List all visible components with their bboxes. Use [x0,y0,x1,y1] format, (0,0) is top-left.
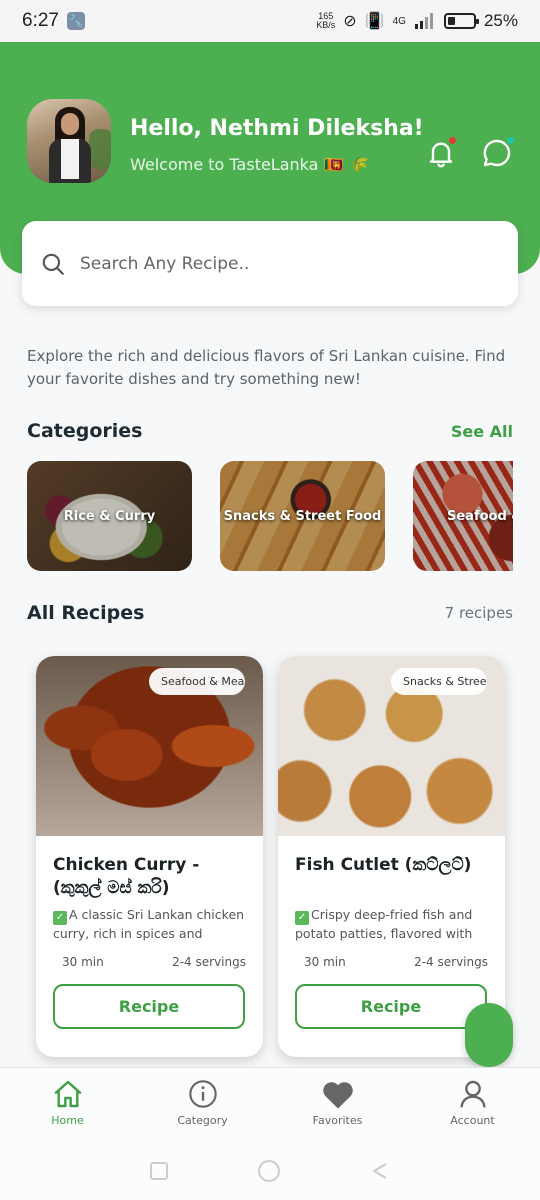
search-icon [42,253,64,275]
category-tag: Seafood & Meat [149,668,245,695]
wrench-icon: 🔧 [66,12,85,30]
category-label: Snacks & Street Food [223,508,382,524]
recipe-meta: 30 min 2-4 servings [304,955,488,969]
bottom-nav: Home Category Favorites Account [0,1067,540,1142]
check-icon: ✓ [295,911,309,925]
info-icon [188,1080,217,1108]
notifications-button[interactable] [422,134,460,172]
battery-icon [443,13,479,29]
recipe-description: ✓ A classic Sri Lankan chicken curry, ric… [53,907,245,941]
recipe-image: Seafood & Meat [36,656,263,836]
back-icon[interactable] [370,1161,390,1181]
category-card-seafood[interactable]: Seafood & Meat [413,461,513,571]
recipe-button[interactable]: Recipe [53,984,245,1029]
intro-text: Explore the rich and delicious flavors o… [27,347,506,388]
nav-label: Category [177,1114,228,1127]
greeting: Hello, Nethmi Dileksha! [130,116,424,141]
network-type: 4G [392,15,406,27]
recipe-servings: 2-4 servings [172,955,246,969]
system-nav [0,1142,540,1200]
recipe-title: Fish Cutlet (කට්ලට්) [295,855,472,875]
see-all-link[interactable]: See All [451,422,513,441]
recipe-time: 30 min [304,955,346,969]
recipe-image: Snacks & Street Food [278,656,505,836]
recipe-time: 30 min [62,955,104,969]
recipe-count: 7 recipes [444,604,513,622]
notification-dot [447,135,458,146]
recents-icon[interactable] [150,1162,168,1180]
signal-icon [414,13,433,29]
status-bar: 6:27 🔧 165 KB/s ⊘ 📳 4G 25% [0,0,540,42]
nav-item-account[interactable]: Account [405,1068,540,1142]
user-icon [459,1080,486,1108]
nav-item-home[interactable]: Home [0,1068,135,1142]
all-recipes-title: All Recipes [27,602,145,624]
recipe-meta: 30 min 2-4 servings [62,955,246,969]
category-card-snacks[interactable]: Snacks & Street Food [220,461,385,571]
messages-button[interactable] [478,134,516,172]
category-label: Rice & Curry [63,508,156,524]
home-system-icon[interactable] [258,1160,280,1182]
battery-percent: 25% [483,11,518,30]
recipe-button[interactable]: Recipe [295,984,487,1029]
network-speed: 165 KB/s [316,11,336,30]
recipe-servings: 2-4 servings [414,955,488,969]
recipe-title: Chicken Curry - (කුකුල් මස් කරි) [53,855,200,898]
categories-title: Categories [27,420,143,442]
floating-action-button[interactable] [465,1003,513,1067]
link-icon: ⊘ [343,13,357,30]
recipe-description: ✓ Crispy deep-fried fish and potato patti… [295,907,473,941]
home-icon [54,1080,81,1108]
category-tag: Snacks & Street Food [391,668,487,695]
nav-label: Account [450,1114,495,1127]
category-card-rice-curry[interactable]: Rice & Curry [27,461,192,571]
message-dot [505,135,516,146]
status-icons: 165 KB/s ⊘ 📳 4G 25% [316,11,518,31]
status-time: 6:27 [22,10,59,31]
search-bar[interactable] [22,221,518,306]
recipe-card[interactable]: Seafood & Meat Chicken Curry - (කුකුල් ම… [36,656,263,1057]
avatar[interactable] [27,99,111,183]
welcome-subtitle: Welcome to TasteLanka 🇱🇰 🌾 [130,155,369,174]
check-icon: ✓ [53,911,67,925]
battery-level [447,17,455,25]
nav-label: Favorites [312,1114,363,1127]
heart-icon [322,1082,353,1109]
category-label: Seafood & Meat [447,508,513,524]
categories-carousel[interactable]: Rice & Curry Snacks & Street Food Seafoo… [27,461,513,573]
nav-item-favorites[interactable]: Favorites [270,1068,405,1142]
nav-label: Home [51,1114,84,1127]
nav-item-category[interactable]: Category [135,1068,270,1142]
vibrate-icon: 📳 [364,13,385,30]
recipe-card[interactable]: Snacks & Street Food Fish Cutlet (කට්ලට්… [278,656,505,1057]
search-input[interactable] [80,253,460,274]
